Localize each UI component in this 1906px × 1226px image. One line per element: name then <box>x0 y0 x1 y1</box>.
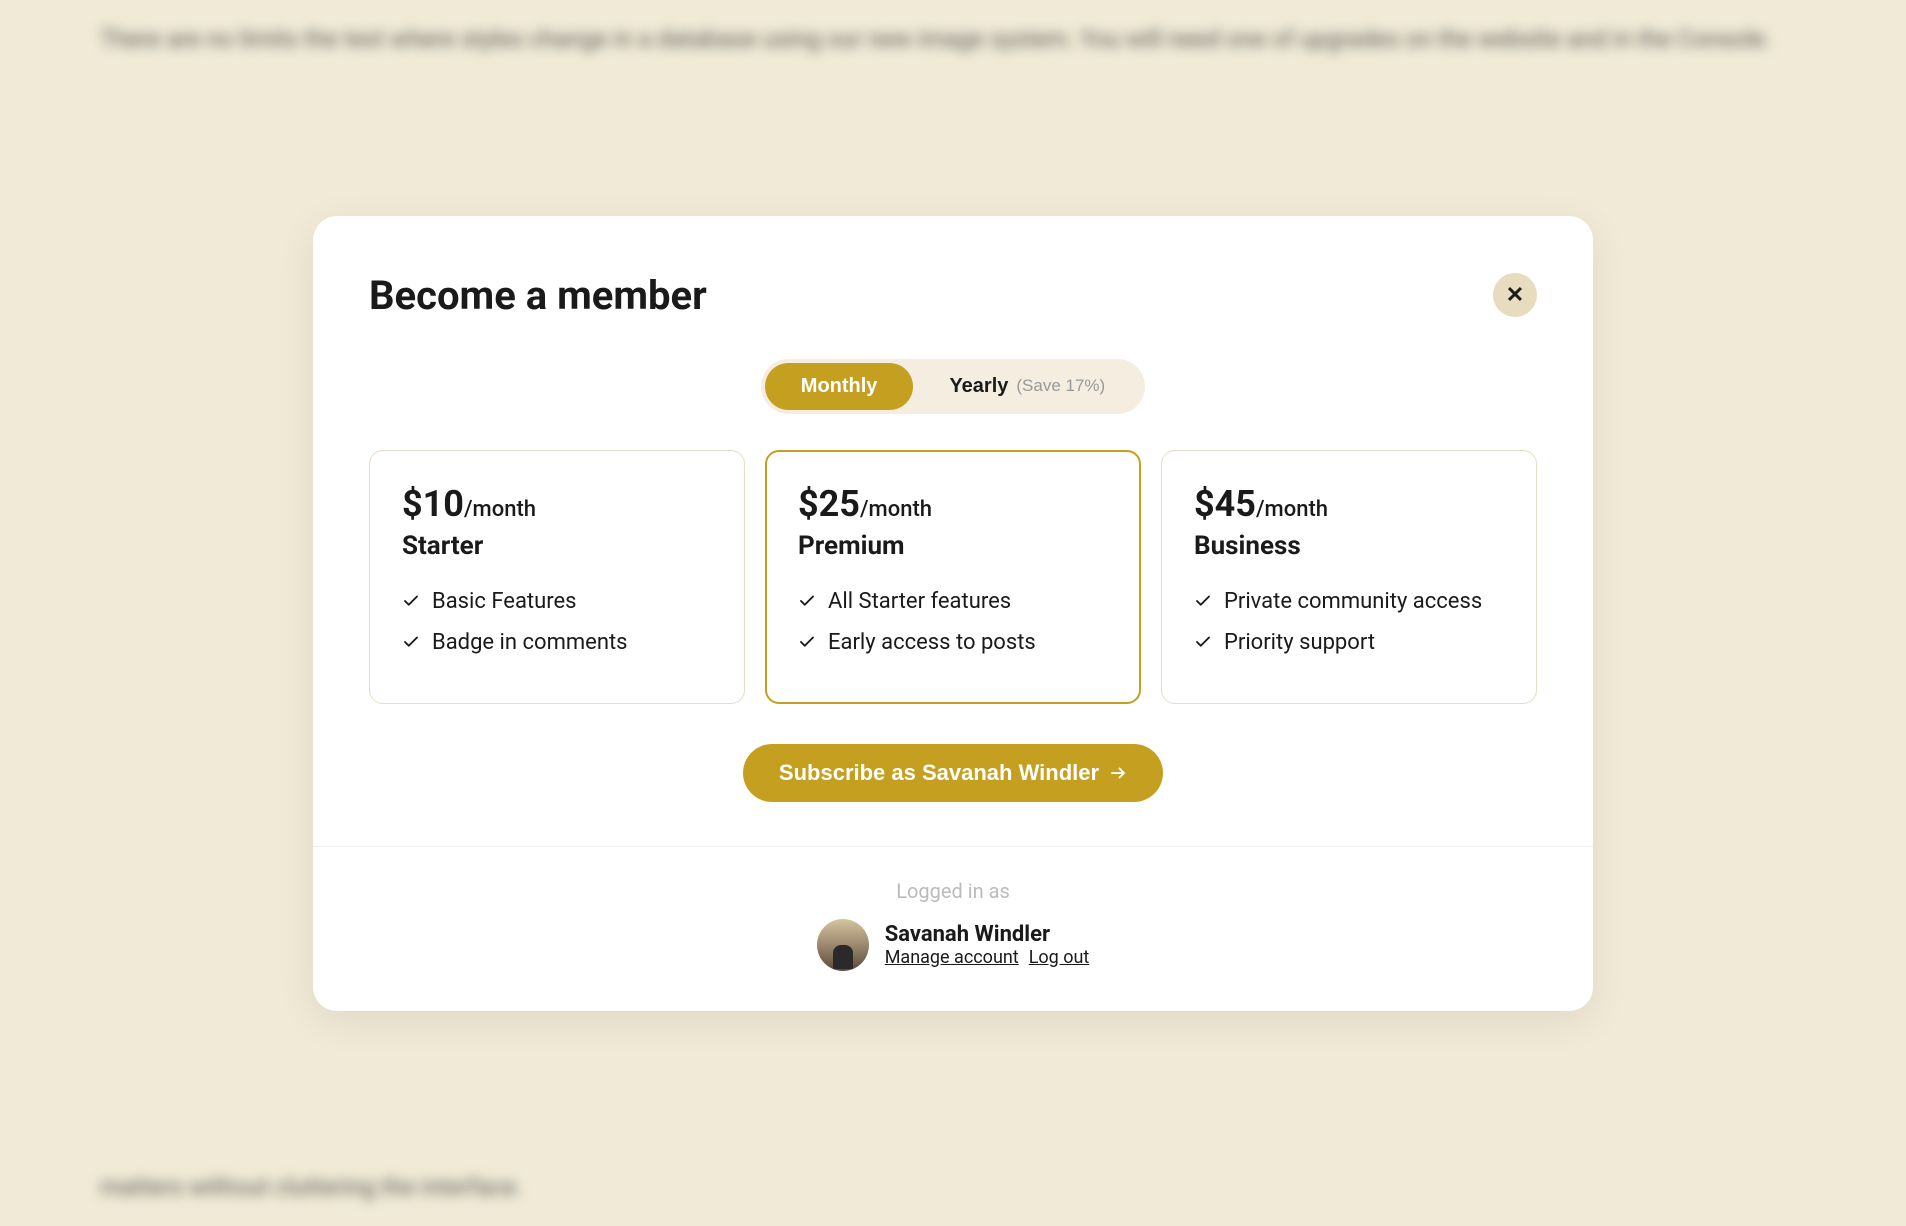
billing-yearly-label: Yearly <box>949 375 1008 398</box>
plan-features-list: All Starter features Early access to post… <box>798 589 1108 655</box>
plan-period: /month <box>860 497 932 522</box>
plan-feature-item: Private community access <box>1194 589 1504 614</box>
modal-header: Become a member ✕ <box>369 272 1537 319</box>
check-icon <box>402 592 420 610</box>
modal-title: Become a member <box>369 272 707 319</box>
avatar <box>817 919 869 971</box>
plan-price: $25/month <box>798 483 1108 525</box>
plan-price: $10/month <box>402 483 712 525</box>
plan-feature-item: All Starter features <box>798 589 1108 614</box>
plan-features-list: Basic Features Badge in comments <box>402 589 712 655</box>
plan-name: Starter <box>402 531 712 561</box>
plan-period: /month <box>1256 497 1328 522</box>
logout-link[interactable]: Log out <box>1029 947 1090 968</box>
check-icon <box>402 633 420 651</box>
plan-name: Business <box>1194 531 1504 561</box>
billing-monthly-tab[interactable]: Monthly <box>765 363 914 410</box>
plan-feature-text: All Starter features <box>828 589 1011 614</box>
check-icon <box>1194 633 1212 651</box>
plan-price-value: $25 <box>798 483 860 525</box>
plan-feature-item: Badge in comments <box>402 630 712 655</box>
plan-price-value: $45 <box>1194 483 1256 525</box>
user-links: Manage account Log out <box>885 947 1090 968</box>
plan-feature-text: Private community access <box>1224 589 1482 614</box>
check-icon <box>798 592 816 610</box>
check-icon <box>1194 592 1212 610</box>
subscribe-button[interactable]: Subscribe as Savanah Windler <box>743 744 1163 802</box>
billing-savings-label: (Save 17%) <box>1016 376 1105 396</box>
plan-feature-text: Basic Features <box>432 589 577 614</box>
check-icon <box>798 633 816 651</box>
plans-grid: $10/month Starter Basic Features Badge in c… <box>369 450 1537 704</box>
plan-feature-text: Badge in comments <box>432 630 628 655</box>
plan-feature-item: Basic Features <box>402 589 712 614</box>
plan-features-list: Private community access Priority support <box>1194 589 1504 655</box>
backdrop-blur-text: There are no limits the text where style… <box>0 0 1906 78</box>
close-icon: ✕ <box>1506 282 1524 308</box>
plan-period: /month <box>464 497 536 522</box>
logged-in-label: Logged in as <box>369 879 1537 903</box>
membership-modal: Become a member ✕ Monthly Yearly (Save 1… <box>313 216 1593 1011</box>
plan-card-business[interactable]: $45/month Business Private community acces… <box>1161 450 1537 704</box>
plan-feature-item: Early access to posts <box>798 630 1108 655</box>
plan-price: $45/month <box>1194 483 1504 525</box>
manage-account-link[interactable]: Manage account <box>885 947 1019 968</box>
backdrop-blur-text-bottom: matters without cluttering the interface… <box>0 1148 1906 1226</box>
user-info: Savanah Windler Manage account Log out <box>369 919 1537 971</box>
close-button[interactable]: ✕ <box>1493 273 1537 317</box>
plan-name: Premium <box>798 531 1108 561</box>
modal-footer: Logged in as Savanah Windler Manage acco… <box>313 846 1593 971</box>
plan-feature-item: Priority support <box>1194 630 1504 655</box>
plan-price-value: $10 <box>402 483 464 525</box>
plan-card-premium[interactable]: $25/month Premium All Starter features Earl… <box>765 450 1141 704</box>
billing-yearly-tab[interactable]: Yearly (Save 17%) <box>913 363 1141 410</box>
plan-card-starter[interactable]: $10/month Starter Basic Features Badge in c… <box>369 450 745 704</box>
subscribe-button-label: Subscribe as Savanah Windler <box>779 760 1099 786</box>
billing-monthly-label: Monthly <box>801 375 878 398</box>
user-name: Savanah Windler <box>885 922 1090 947</box>
billing-toggle: Monthly Yearly (Save 17%) <box>761 359 1145 414</box>
plan-feature-text: Priority support <box>1224 630 1375 655</box>
arrow-right-icon <box>1109 764 1127 782</box>
user-details: Savanah Windler Manage account Log out <box>885 922 1090 968</box>
plan-feature-text: Early access to posts <box>828 630 1036 655</box>
